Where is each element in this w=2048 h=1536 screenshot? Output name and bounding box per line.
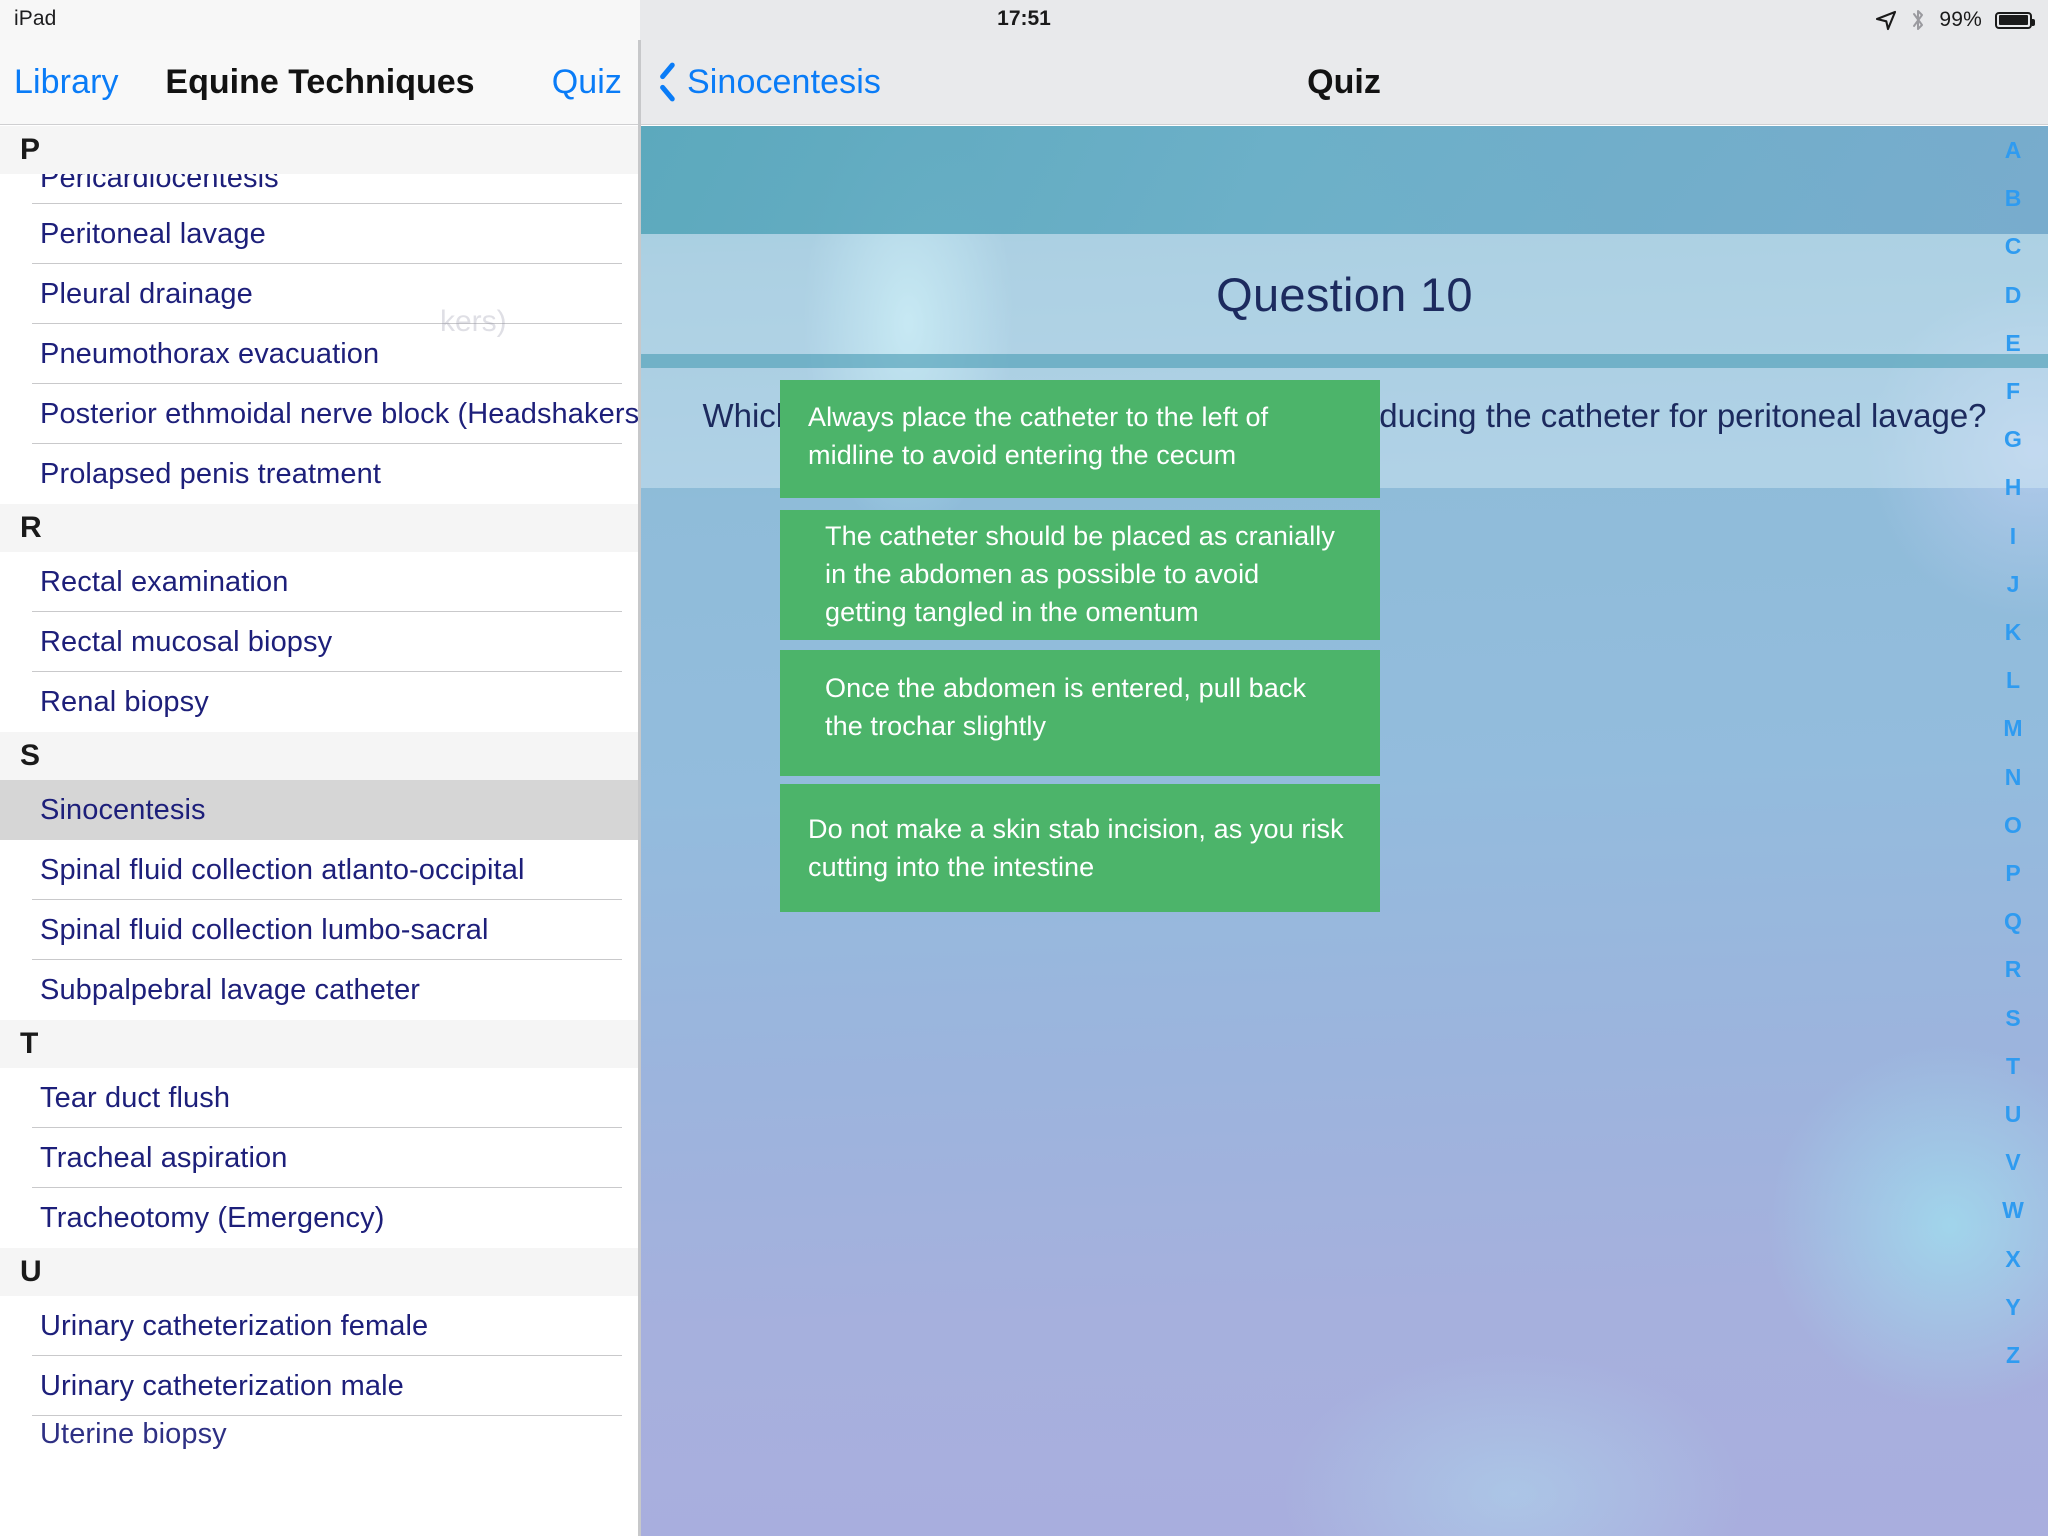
- question-number-band: Question 10: [641, 234, 2048, 354]
- index-letter-d[interactable]: D: [1995, 271, 2031, 319]
- index-letter-u[interactable]: U: [1995, 1090, 2031, 1138]
- question-number: Question 10: [1216, 267, 1473, 321]
- left-pane-navigation-bar: Library Equine Techniques Quiz: [0, 40, 640, 125]
- list-item[interactable]: Renal biopsy: [0, 672, 640, 732]
- index-letter-a[interactable]: A: [1995, 126, 2031, 174]
- list-item-label: Tear duct flush: [40, 1081, 231, 1114]
- index-letter-r[interactable]: R: [1995, 945, 2031, 993]
- list-item[interactable]: Pericardiocentesis: [0, 174, 640, 204]
- list-item[interactable]: Tracheotomy (Emergency): [0, 1188, 640, 1248]
- answer-option-label: Do not make a skin stab incision, as you…: [808, 814, 1344, 882]
- list-item[interactable]: Posterior ethmoidal nerve block (Headsha…: [0, 384, 640, 444]
- list-item-label: Prolapsed penis treatment: [40, 457, 382, 490]
- list-item[interactable]: Peritoneal lavage: [0, 204, 640, 264]
- index-letter-l[interactable]: L: [1995, 656, 2031, 704]
- index-letter-i[interactable]: I: [1995, 512, 2031, 560]
- index-letter-o[interactable]: O: [1995, 801, 2031, 849]
- techniques-list[interactable]: P Pericardiocentesis Peritoneal lavage P…: [0, 126, 640, 1536]
- list-item[interactable]: Subpalpebral lavage catheter: [0, 960, 640, 1020]
- status-bar-clock: 17:51: [997, 7, 1051, 30]
- battery-full-icon: [1995, 11, 2035, 29]
- index-letter-v[interactable]: V: [1995, 1138, 2031, 1186]
- list-item[interactable]: Pneumothorax evacuation: [0, 324, 640, 384]
- list-item[interactable]: Urinary catheterization male: [0, 1356, 640, 1416]
- section-header-u: U: [0, 1248, 640, 1296]
- index-letter-k[interactable]: K: [1995, 608, 2031, 656]
- answer-option-2[interactable]: The catheter should be placed as cranial…: [780, 510, 1380, 640]
- bluetooth-icon: [1910, 8, 1926, 32]
- index-letter-y[interactable]: Y: [1995, 1283, 2031, 1331]
- index-letter-w[interactable]: W: [1995, 1186, 2031, 1234]
- list-item[interactable]: Uterine biopsy: [0, 1416, 640, 1452]
- index-letter-c[interactable]: C: [1995, 222, 2031, 270]
- list-item-label: Posterior ethmoidal nerve block (Headsha…: [40, 397, 640, 430]
- answer-option-3[interactable]: Once the abdomen is entered, pull back t…: [780, 650, 1380, 776]
- index-letter-x[interactable]: X: [1995, 1235, 2031, 1283]
- list-item[interactable]: Prolapsed penis treatment: [0, 444, 640, 504]
- list-item[interactable]: Rectal examination: [0, 552, 640, 612]
- list-item[interactable]: Pleural drainage: [0, 264, 640, 324]
- index-letter-p[interactable]: P: [1995, 849, 2031, 897]
- index-letter-j[interactable]: J: [1995, 560, 2031, 608]
- section-header-r: R: [0, 504, 640, 552]
- list-item-label: Renal biopsy: [40, 685, 209, 718]
- list-item[interactable]: Tracheal aspiration: [0, 1128, 640, 1188]
- list-item-label: Spinal fluid collection atlanto-occipita…: [40, 853, 525, 886]
- answer-option-label: Once the abdomen is entered, pull back t…: [825, 673, 1307, 741]
- index-letter-n[interactable]: N: [1995, 753, 2031, 801]
- quiz-panel: Question 10 Which of these is an importa…: [641, 126, 2048, 1536]
- index-letter-z[interactable]: Z: [1995, 1331, 2031, 1379]
- split-view-divider: [638, 0, 641, 1536]
- list-item-label: Tracheal aspiration: [40, 1141, 288, 1174]
- index-letter-e[interactable]: E: [1995, 319, 2031, 367]
- right-pane-title: Quiz: [1307, 62, 1381, 101]
- index-letter-f[interactable]: F: [1995, 367, 2031, 415]
- location-arrow-icon: [1875, 9, 1897, 31]
- list-item-sinocentesis[interactable]: Sinocentesis: [0, 780, 640, 840]
- index-letter-m[interactable]: M: [1995, 704, 2031, 752]
- left-pane-title: Equine Techniques: [165, 62, 475, 101]
- list-item-label: Peritoneal lavage: [40, 217, 266, 250]
- list-item-label: Pneumothorax evacuation: [40, 337, 380, 370]
- list-item[interactable]: Tear duct flush: [0, 1068, 640, 1128]
- section-header-s: S: [0, 732, 640, 780]
- list-item[interactable]: Rectal mucosal biopsy: [0, 612, 640, 672]
- list-item-label: Pericardiocentesis: [40, 174, 279, 194]
- list-item-label: Spinal fluid collection lumbo-sacral: [40, 913, 489, 946]
- index-letter-t[interactable]: T: [1995, 1042, 2031, 1090]
- list-item-label: Subpalpebral lavage catheter: [40, 973, 421, 1006]
- section-header-t: T: [0, 1020, 640, 1068]
- answer-option-label: The catheter should be placed as cranial…: [825, 521, 1336, 627]
- list-item-label: Uterine biopsy: [40, 1417, 227, 1450]
- ipad-screen: iPad 17:51 99% Library Equine Techniques…: [0, 0, 2048, 1536]
- alphabet-index-strip[interactable]: A B C D E F G H I J K L M N O P Q R S T …: [1978, 126, 2048, 1426]
- index-letter-h[interactable]: H: [1995, 463, 2031, 511]
- list-item-label: Tracheotomy (Emergency): [40, 1201, 385, 1234]
- section-header-p: P: [0, 126, 640, 174]
- index-letter-s[interactable]: S: [1995, 994, 2031, 1042]
- status-bar-indicators: 99%: [1875, 0, 2035, 40]
- status-bar: iPad 17:51 99%: [0, 0, 2048, 40]
- index-letter-b[interactable]: B: [1995, 174, 2031, 222]
- list-item-label: Urinary catheterization male: [40, 1369, 404, 1402]
- right-pane-navigation-bar: Sinocentesis Quiz: [640, 40, 2048, 125]
- index-letter-q[interactable]: Q: [1995, 897, 2031, 945]
- question-divider-band: [641, 354, 2048, 368]
- list-item-label: Urinary catheterization female: [40, 1309, 429, 1342]
- list-item[interactable]: Spinal fluid collection lumbo-sacral: [0, 900, 640, 960]
- list-item[interactable]: Urinary catheterization female: [0, 1296, 640, 1356]
- quiz-button[interactable]: Quiz: [552, 63, 622, 102]
- list-item-label: Rectal examination: [40, 565, 289, 598]
- list-item-label: Sinocentesis: [40, 793, 206, 826]
- answer-option-1[interactable]: Always place the catheter to the left of…: [780, 380, 1380, 498]
- answer-option-4[interactable]: Do not make a skin stab incision, as you…: [780, 784, 1380, 912]
- index-letter-g[interactable]: G: [1995, 415, 2031, 463]
- battery-percent-label: 99%: [1939, 8, 1982, 31]
- quiz-header-band: [641, 126, 2048, 234]
- list-item-label: Pleural drainage: [40, 277, 253, 310]
- list-item[interactable]: Spinal fluid collection atlanto-occipita…: [0, 840, 640, 900]
- list-item-label: Rectal mucosal biopsy: [40, 625, 333, 658]
- answer-option-label: Always place the catheter to the left of…: [808, 402, 1269, 470]
